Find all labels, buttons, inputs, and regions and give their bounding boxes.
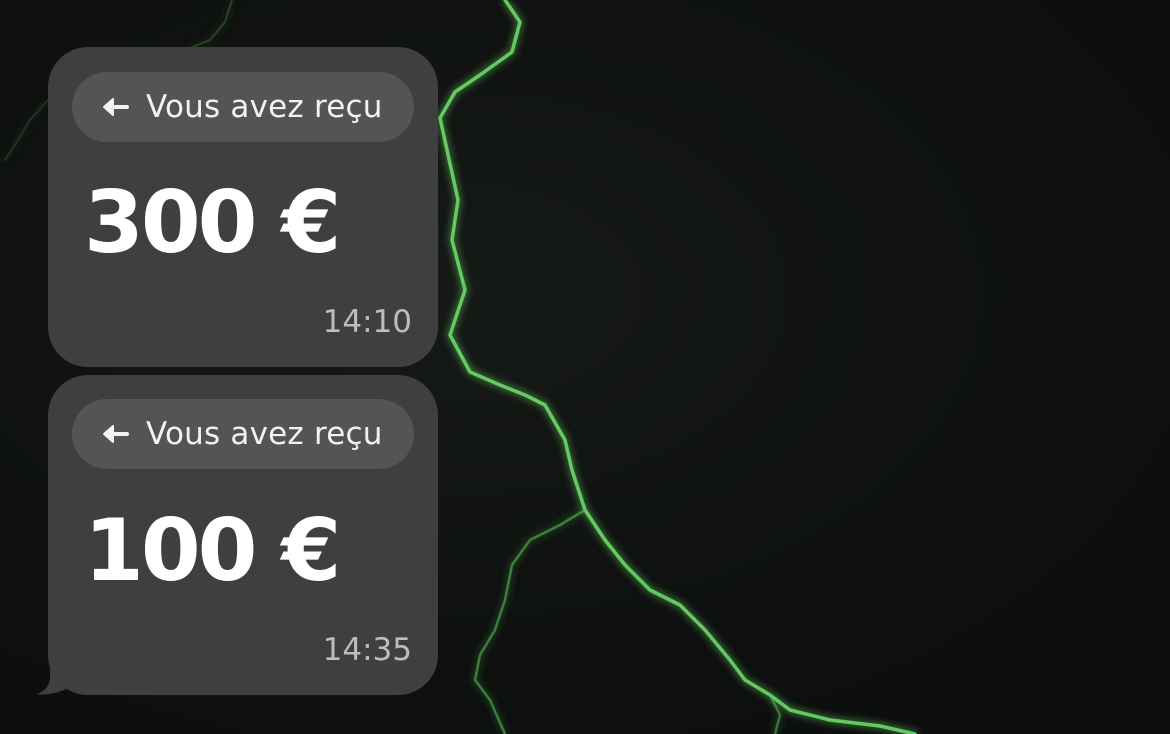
payment-amount: 100 € <box>84 501 341 601</box>
message-timestamp: 14:10 <box>322 304 412 340</box>
received-payment-message[interactable]: Vous avez reçu 100 € 14:35 <box>48 375 438 695</box>
payment-amount: 300 € <box>84 173 341 273</box>
chat-screen: Vous avez reçu 300 € 14:10 Vous avez reç… <box>0 0 1170 734</box>
message-timestamp: 14:35 <box>322 632 412 668</box>
arrow-left-icon <box>100 95 130 119</box>
arrow-left-icon <box>100 422 130 446</box>
received-payment-message[interactable]: Vous avez reçu 300 € 14:10 <box>48 47 438 367</box>
received-label: Vous avez reçu <box>146 416 383 452</box>
received-label-pill: Vous avez reçu <box>72 72 414 142</box>
received-label-pill: Vous avez reçu <box>72 399 414 469</box>
received-label: Vous avez reçu <box>146 89 383 125</box>
